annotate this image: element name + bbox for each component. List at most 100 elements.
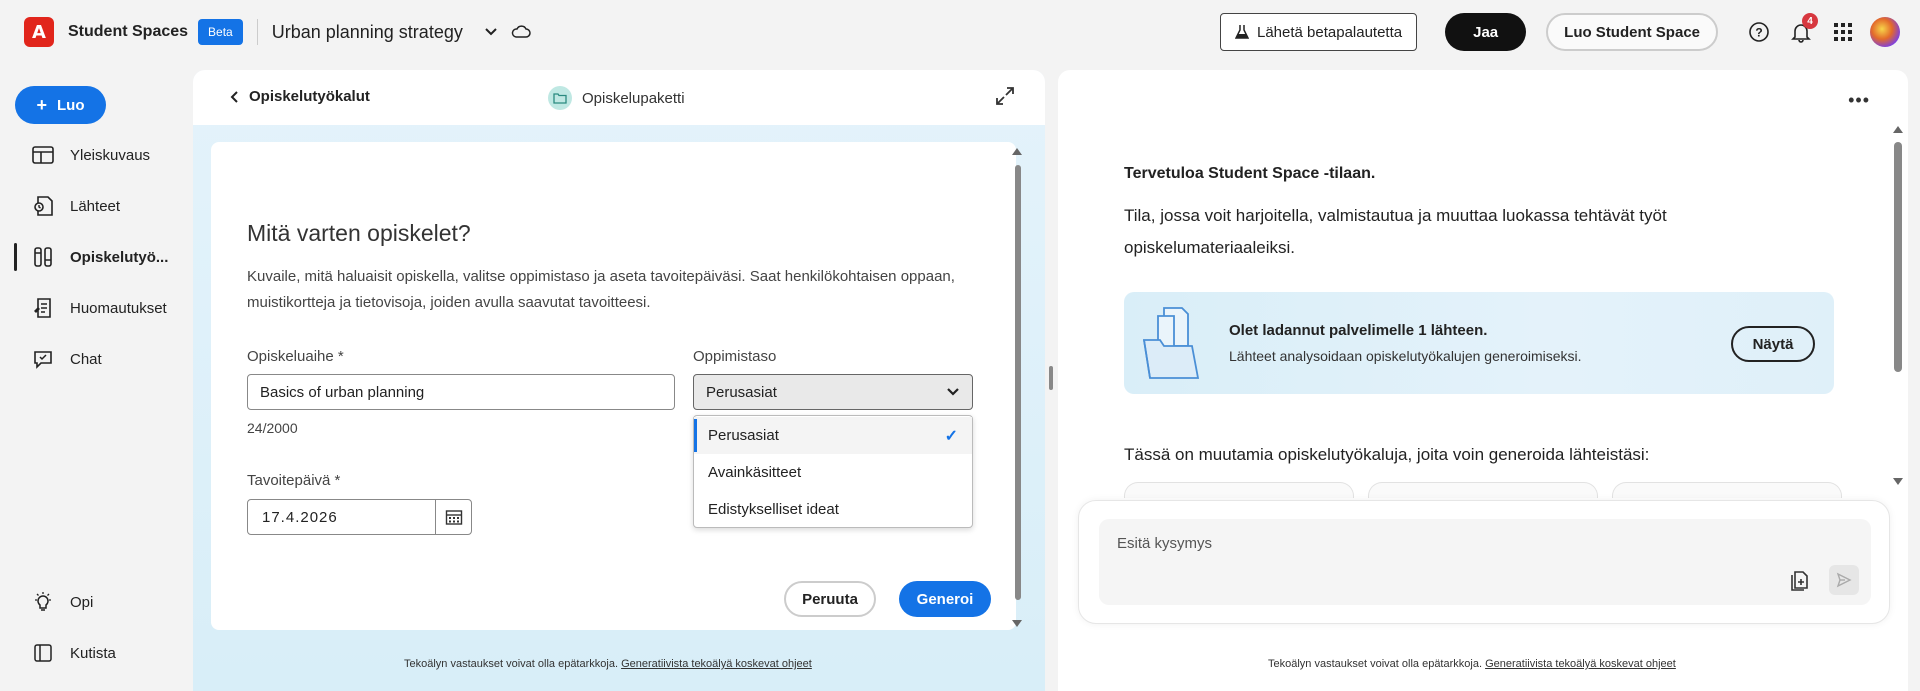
scrollbar[interactable]	[1894, 142, 1902, 372]
notification-count-badge: 4	[1802, 13, 1818, 29]
folder-icon	[548, 86, 572, 110]
share-button[interactable]: Jaa	[1445, 13, 1527, 51]
feedback-button-label: Lähetä betapalautetta	[1256, 23, 1403, 41]
create-button-label: Luo	[57, 96, 85, 114]
panel-resize-handle[interactable]	[1049, 366, 1053, 390]
panel-header: Opiskelutyökalut Opiskelupaketti	[193, 70, 1045, 125]
ai-guidelines-link[interactable]: Generatiivista tekoälyä koskevat ohjeet	[1485, 658, 1676, 670]
topic-input[interactable]: Basics of urban planning	[247, 374, 675, 410]
sidebar-item-chat[interactable]: Chat	[14, 339, 184, 379]
ai-disclaimer-text: Tekoälyn vastaukset voivat olla epätarkk…	[1268, 658, 1483, 670]
welcome-title: Tervetuloa Student Space -tilaan.	[1124, 165, 1376, 182]
back-link[interactable]: Opiskelutyökalut	[229, 88, 370, 105]
sources-icon	[30, 193, 56, 219]
svg-text:?: ?	[1755, 26, 1762, 40]
sidebar-item-study-tools[interactable]: Opiskelutyö...	[14, 237, 184, 277]
sources-uploaded-card: Olet ladannut palvelimelle 1 lähteen. Lä…	[1124, 292, 1834, 394]
option-label: Perusasiat	[708, 427, 779, 444]
target-date-value[interactable]: 17.4.2026	[248, 509, 435, 526]
brand-name[interactable]: Student Spaces	[68, 23, 188, 41]
level-label: Oppimistaso	[693, 348, 777, 365]
avatar[interactable]	[1870, 17, 1900, 47]
chevron-down-icon[interactable]	[477, 18, 505, 46]
scroll-down-arrow[interactable]	[1012, 620, 1022, 627]
chat-input-placeholder: Esitä kysymys	[1117, 535, 1213, 552]
level-select[interactable]: Perusasiat	[693, 374, 973, 410]
sidebar-item-notes[interactable]: Huomautukset	[14, 288, 184, 328]
cancel-button[interactable]: Peruuta	[784, 581, 876, 617]
sidebar-item-label: Huomautukset	[70, 299, 167, 317]
sidebar-item-sources[interactable]: Lähteet	[14, 186, 184, 226]
documents-folder-icon	[1142, 306, 1202, 381]
character-counter: 24/2000	[247, 420, 298, 436]
sidebar-item-label: Lähteet	[70, 197, 121, 215]
chevron-down-icon	[947, 388, 959, 396]
more-options-icon[interactable]: •••	[1848, 90, 1870, 111]
sidebar-item-learn[interactable]: Opi	[14, 582, 184, 622]
feedback-button[interactable]: Lähetä betapalautetta	[1219, 13, 1418, 51]
send-button[interactable]	[1829, 565, 1859, 595]
target-date-field[interactable]: 17.4.2026	[247, 499, 472, 535]
apps-grid-icon[interactable]	[1826, 15, 1860, 49]
tab-study-package[interactable]: Opiskelupaketti	[548, 86, 685, 110]
cloud-icon[interactable]	[507, 18, 535, 46]
tool-card[interactable]	[1368, 482, 1598, 498]
study-tools-icon	[30, 244, 56, 270]
add-file-icon[interactable]	[1789, 569, 1811, 591]
scroll-down-arrow[interactable]	[1893, 478, 1903, 485]
study-form-card: Mitä varten opiskelet? Kuvaile, mitä hal…	[211, 142, 1016, 630]
chat-input[interactable]: Esitä kysymys	[1099, 519, 1871, 605]
tool-card[interactable]	[1124, 482, 1354, 498]
level-option-key-concepts[interactable]: Avainkäsitteet	[694, 454, 972, 491]
layout-icon	[30, 142, 56, 168]
generate-button[interactable]: Generoi	[899, 581, 991, 617]
ai-guidelines-link[interactable]: Generatiivista tekoälyä koskevat ohjeet	[621, 658, 812, 670]
divider	[256, 19, 258, 45]
ai-disclaimer-text: Tekoälyn vastaukset voivat olla epätarkk…	[404, 658, 619, 670]
send-icon	[1836, 572, 1852, 588]
create-student-space-button[interactable]: Luo Student Space	[1546, 13, 1718, 51]
ai-disclaimer: Tekoälyn vastaukset voivat olla epätarkk…	[404, 658, 812, 670]
chat-panel: ••• Tervetuloa Student Space -tilaan. Ti…	[1058, 70, 1908, 691]
show-sources-button[interactable]: Näytä	[1731, 326, 1815, 362]
tab-label: Opiskelupaketti	[582, 89, 685, 107]
acrobat-logo-icon[interactable]: A	[24, 17, 54, 47]
level-select-value: Perusasiat	[706, 383, 777, 401]
bell-icon[interactable]: 4	[1784, 13, 1818, 49]
form-title: Mitä varten opiskelet?	[247, 220, 471, 246]
level-option-basics[interactable]: Perusasiat ✓	[694, 417, 972, 454]
lightbulb-icon	[30, 589, 56, 615]
target-date-label: Tavoitepäivä *	[247, 472, 341, 489]
sidebar: + Luo Yleiskuvaus Lähteet Opiskelutyö...…	[0, 64, 190, 691]
level-dropdown-menu: Perusasiat ✓ Avainkäsitteet Edistykselli…	[693, 415, 973, 528]
welcome-text: Tila, jossa voit harjoitella, valmistaut…	[1124, 206, 1667, 257]
scroll-up-arrow[interactable]	[1893, 126, 1903, 133]
back-link-label: Opiskelutyökalut	[249, 88, 370, 105]
checkmark-icon: ✓	[944, 427, 958, 445]
chat-composer: Esitä kysymys	[1078, 500, 1890, 624]
scroll-up-arrow[interactable]	[1012, 148, 1022, 155]
top-bar: A Student Spaces Beta Urban planning str…	[0, 0, 1920, 64]
sidebar-item-label: Kutista	[70, 644, 116, 662]
expand-icon[interactable]	[993, 84, 1019, 110]
scrollbar[interactable]	[1015, 165, 1021, 600]
sidebar-item-label: Opi	[70, 593, 94, 611]
calendar-icon[interactable]	[435, 500, 471, 534]
flask-icon	[1234, 25, 1249, 39]
tools-intro: Tässä on muutamia opiskelutyökaluja, joi…	[1124, 445, 1650, 464]
sidebar-item-label: Chat	[70, 350, 102, 368]
chat-icon	[30, 346, 56, 372]
option-label: Avainkäsitteet	[708, 464, 802, 481]
document-title[interactable]: Urban planning strategy	[272, 22, 463, 43]
option-label: Edistykselliset ideat	[708, 501, 839, 518]
create-button[interactable]: + Luo	[15, 86, 106, 124]
sidebar-item-overview[interactable]: Yleiskuvaus	[14, 135, 184, 175]
collapse-icon	[30, 640, 56, 666]
sidebar-item-collapse[interactable]: Kutista	[14, 633, 184, 673]
level-option-advanced[interactable]: Edistykselliset ideat	[694, 491, 972, 528]
tool-card[interactable]	[1612, 482, 1842, 498]
sources-card-subtitle: Lähteet analysoidaan opiskelutyökalujen …	[1229, 348, 1582, 364]
help-icon[interactable]: ?	[1742, 15, 1776, 49]
beta-badge: Beta	[198, 19, 243, 45]
ai-disclaimer: Tekoälyn vastaukset voivat olla epätarkk…	[1268, 658, 1676, 670]
